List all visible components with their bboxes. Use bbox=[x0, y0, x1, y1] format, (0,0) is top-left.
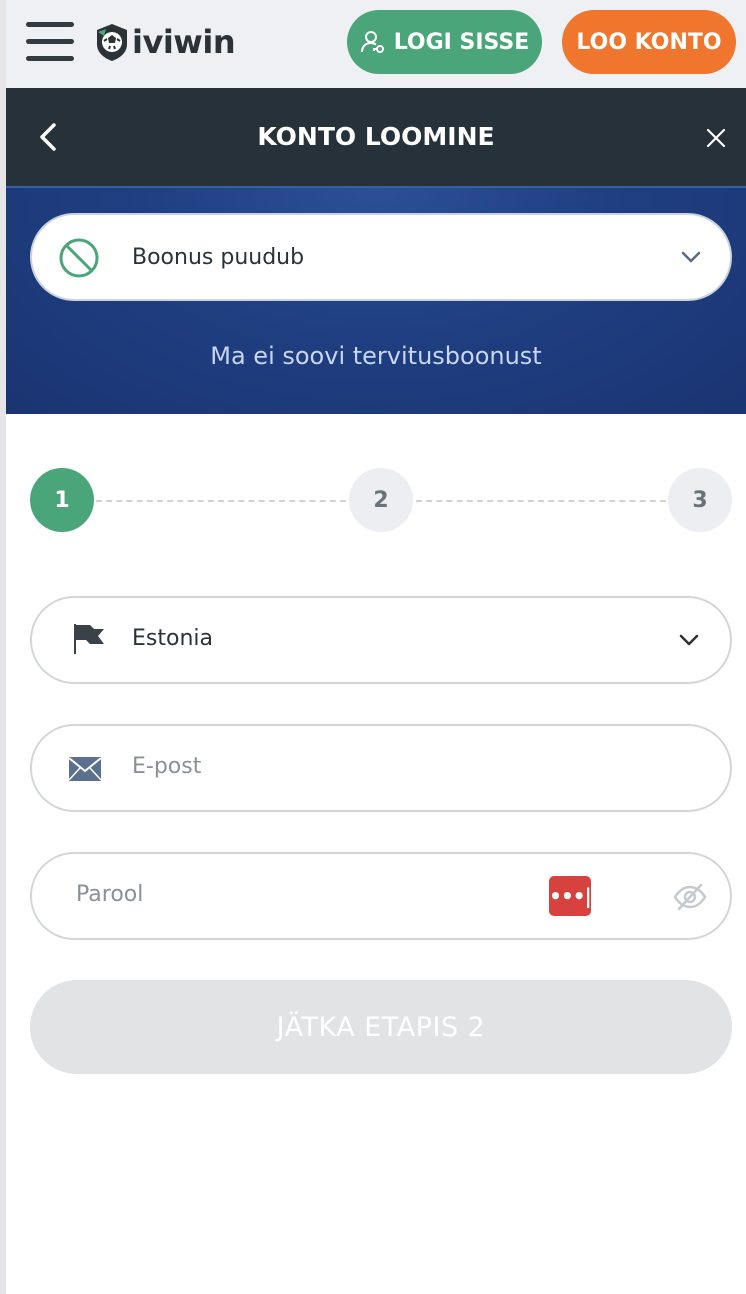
password-manager-icon[interactable]: •••| bbox=[549, 876, 592, 916]
modal-title: KONTO LOOMINE bbox=[257, 122, 495, 151]
continue-button[interactable]: JÄTKA ETAPIS 2 bbox=[30, 980, 732, 1074]
bonus-note: Ma ei soovi tervitusboonust bbox=[210, 342, 542, 370]
logo[interactable]: iviwin bbox=[94, 20, 236, 64]
hamburger-icon[interactable] bbox=[26, 22, 74, 62]
continue-label: JÄTKA ETAPIS 2 bbox=[276, 1011, 486, 1043]
modal-header: KONTO LOOMINE bbox=[6, 88, 746, 186]
envelope-icon bbox=[68, 757, 102, 781]
password-field[interactable]: Parool •••| bbox=[30, 852, 732, 940]
eye-slash-icon[interactable] bbox=[672, 882, 708, 912]
logo-text: iviwin bbox=[132, 23, 236, 61]
bonus-banner: Boonus puudub Ma ei soovi tervitusboonus… bbox=[6, 186, 746, 414]
flag-icon bbox=[74, 624, 104, 654]
chevron-down-icon bbox=[681, 251, 701, 263]
step-number: 2 bbox=[373, 487, 389, 513]
password-placeholder: Parool bbox=[76, 882, 144, 907]
login-label: LOGI SISSE bbox=[393, 29, 530, 55]
logo-icon bbox=[97, 24, 127, 61]
step-2: 2 bbox=[349, 468, 413, 532]
bonus-selected-label: Boonus puudub bbox=[132, 245, 305, 270]
email-placeholder: E-post bbox=[132, 754, 202, 779]
bonus-select[interactable]: Boonus puudub bbox=[30, 213, 732, 301]
close-icon[interactable] bbox=[704, 126, 728, 150]
user-key-icon bbox=[360, 31, 384, 53]
country-select[interactable]: Estonia bbox=[30, 596, 732, 684]
country-value: Estonia bbox=[132, 626, 213, 651]
step-connector bbox=[96, 500, 346, 502]
step-connector bbox=[416, 500, 666, 502]
login-button[interactable]: LOGI SISSE bbox=[347, 10, 542, 74]
register-label: LOO KONTO bbox=[576, 29, 722, 55]
step-number: 1 bbox=[54, 487, 70, 513]
chevron-down-icon bbox=[679, 634, 699, 646]
no-bonus-icon bbox=[59, 238, 99, 278]
email-field[interactable]: E-post bbox=[30, 724, 732, 812]
top-header: iviwin LOGI SISSE LOO KONTO bbox=[6, 0, 746, 88]
step-3: 3 bbox=[668, 468, 732, 532]
step-1: 1 bbox=[30, 468, 94, 532]
register-button[interactable]: LOO KONTO bbox=[562, 10, 736, 74]
step-number: 3 bbox=[692, 487, 708, 513]
